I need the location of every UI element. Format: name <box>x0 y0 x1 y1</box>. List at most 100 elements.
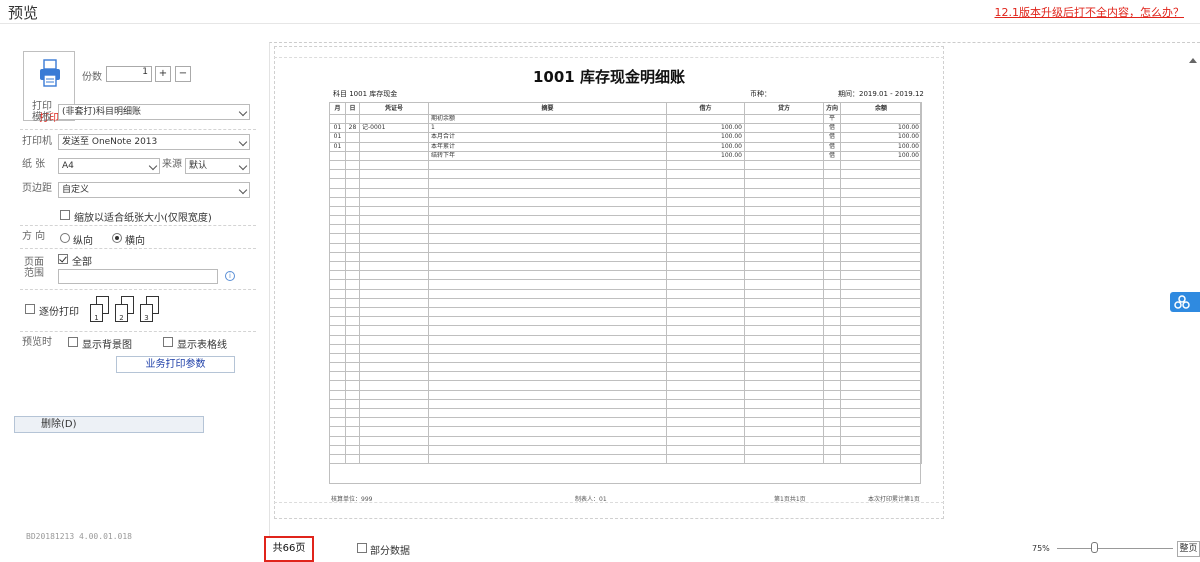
show-gridlines-checkbox[interactable] <box>163 337 173 347</box>
ledger-cell <box>823 224 841 235</box>
collate-checkbox[interactable] <box>25 304 35 314</box>
ledger-cell <box>329 279 346 290</box>
ledger-cell <box>329 233 346 244</box>
ledger-row <box>329 288 922 299</box>
info-icon[interactable]: i <box>225 271 235 281</box>
ledger-cell <box>823 453 841 465</box>
page-range-input[interactable] <box>58 269 218 284</box>
ledger-cell <box>329 169 346 180</box>
ledger-cell <box>359 251 429 263</box>
landscape-radio[interactable] <box>112 233 122 243</box>
ledger-cell <box>329 288 346 299</box>
ledger-row <box>329 270 922 281</box>
ledger-cell <box>666 178 745 189</box>
ledger-cell <box>428 435 667 446</box>
paper-source-select[interactable]: 默认 <box>185 158 250 174</box>
ledger-cell <box>823 169 841 180</box>
copies-label: 份数 <box>82 72 102 83</box>
ledger-cell <box>744 407 824 419</box>
ledger-cell <box>345 233 360 244</box>
ledger-cell <box>744 325 824 336</box>
zoom-slider-track[interactable] <box>1057 548 1173 549</box>
ledger-cell <box>428 444 667 455</box>
ledger-cell <box>329 316 346 327</box>
ledger-cell <box>744 270 824 281</box>
delete-button[interactable]: 删除(D) <box>14 416 204 433</box>
ledger-cell <box>744 169 824 180</box>
ledger-cell <box>840 362 922 373</box>
ledger-cell <box>666 362 745 373</box>
ledger-cell <box>428 334 667 345</box>
ledger-cell <box>823 178 841 189</box>
show-background-checkbox[interactable] <box>68 337 78 347</box>
ledger-cell <box>840 270 922 281</box>
ledger-row <box>329 215 922 226</box>
float-tool-button[interactable] <box>1170 292 1200 312</box>
ledger-cell <box>744 352 824 364</box>
ledger-cell <box>840 159 922 171</box>
fit-page-button[interactable]: 整页 <box>1177 541 1200 557</box>
ledger-cell <box>345 279 360 290</box>
ledger-cell <box>823 233 841 244</box>
printer-select[interactable]: 发送至 OneNote 2013 <box>58 134 250 150</box>
ledger-cell <box>428 251 667 263</box>
ledger-column-header: 方向 <box>823 102 841 115</box>
ledger-cell <box>823 417 841 428</box>
ledger-cell <box>345 343 360 354</box>
fit-paper-checkbox[interactable] <box>60 210 70 220</box>
divider <box>20 289 256 290</box>
ledger-row <box>329 380 922 391</box>
ledger-cell <box>329 444 346 455</box>
margin-select[interactable]: 自定义 <box>58 182 250 198</box>
ledger-cell <box>428 389 667 400</box>
all-pages-checkbox[interactable] <box>58 254 68 264</box>
ledger-cell <box>840 215 922 226</box>
ledger-cell <box>329 417 346 428</box>
ledger-cell <box>744 297 824 308</box>
ledger-cell <box>359 389 429 400</box>
ledger-cell <box>823 215 841 226</box>
ledger-cell <box>840 196 922 207</box>
copies-decrement-button[interactable]: − <box>175 66 191 82</box>
ledger-cell <box>666 334 745 345</box>
window-title: 预览 <box>8 4 39 22</box>
ledger-cell <box>428 417 667 428</box>
ledger-cell: 1 <box>428 123 667 134</box>
paper-size-select[interactable]: A4 <box>58 158 160 174</box>
ledger-cell <box>329 159 346 171</box>
business-print-params-button[interactable]: 业务打印参数 <box>116 356 235 373</box>
ledger-cell <box>329 325 346 336</box>
ledger-cell <box>359 196 429 207</box>
ledger-cell <box>666 417 745 428</box>
upgrade-help-link[interactable]: 12.1版本升级后打不全内容，怎么办？ <box>995 4 1185 20</box>
ledger-cell <box>823 316 841 327</box>
ledger-cell <box>666 159 745 171</box>
ledger-cell <box>823 343 841 354</box>
zoom-slider-thumb[interactable] <box>1091 542 1099 553</box>
ledger-cell <box>345 169 360 180</box>
ledger-cell: 28 <box>345 123 360 134</box>
ledger-cell <box>359 297 429 308</box>
ledger-cell <box>744 224 824 235</box>
ledger-cell <box>359 352 429 364</box>
ledger-cell <box>345 260 360 272</box>
ledger-cell <box>329 187 346 198</box>
copies-increment-button[interactable]: + <box>155 66 171 82</box>
ledger-cell <box>428 380 667 391</box>
scroll-up-icon[interactable] <box>1189 58 1197 63</box>
ledger-cell <box>345 270 360 281</box>
ledger-cell <box>345 242 360 253</box>
ledger-row <box>329 233 922 244</box>
ledger-cell <box>329 306 346 318</box>
partial-data-checkbox[interactable] <box>357 543 367 553</box>
ledger-cell <box>666 233 745 244</box>
ledger-cell <box>744 453 824 465</box>
portrait-radio[interactable] <box>60 233 70 243</box>
copies-input[interactable]: 1 <box>106 66 152 82</box>
zoom-level: 75% <box>1032 544 1050 553</box>
ledger-cell <box>666 242 745 253</box>
ledger-cell <box>666 224 745 235</box>
template-select[interactable]: (非套打)科目明细账 <box>58 104 250 120</box>
ledger-cell <box>840 352 922 364</box>
ledger-cell <box>744 389 824 400</box>
